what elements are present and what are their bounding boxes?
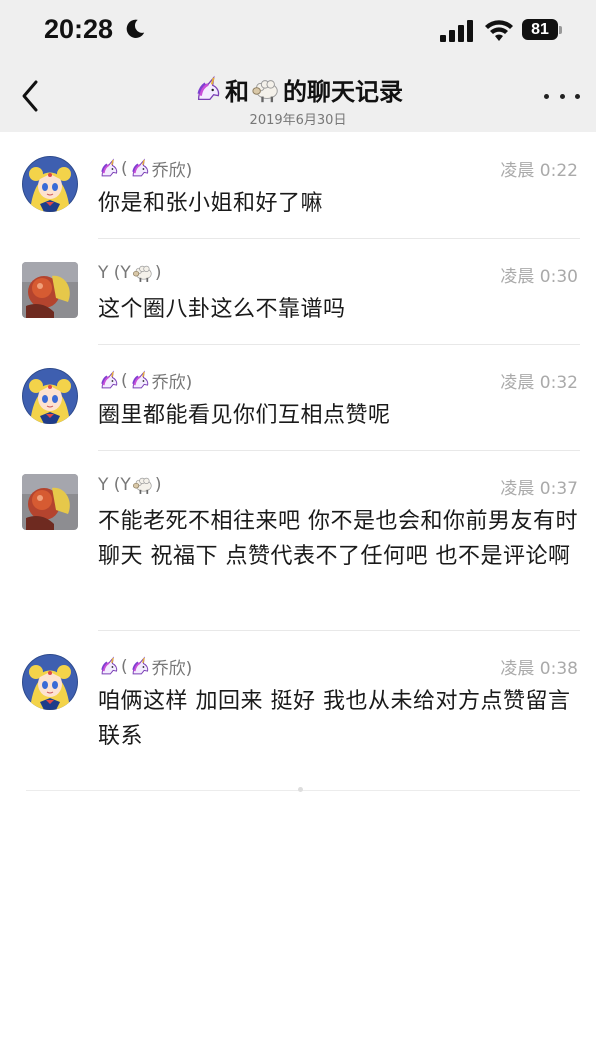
list-end-divider [26, 790, 580, 791]
more-icon[interactable] [544, 84, 580, 108]
unicorn-emoji-icon [98, 656, 120, 678]
message-time: 凌晨 0:37 [500, 479, 578, 499]
nav-bar: 和 的聊天记录 2019年6月30日 [0, 62, 596, 132]
title-part2: 的聊天记录 [283, 78, 403, 106]
message-text: 你是和张小姐和好了嘛 [98, 191, 324, 216]
battery-icon: 81 [522, 19, 558, 40]
status-time: 20:28 [44, 14, 114, 44]
more-dot [575, 93, 580, 99]
sender-name: Y (Y ) [98, 474, 161, 496]
signal-icon [440, 20, 473, 42]
avatar[interactable] [22, 262, 78, 318]
message-time: 凌晨 0:22 [500, 161, 578, 181]
sheep-emoji-icon [251, 75, 281, 105]
sender-prefix: Y (Y [98, 475, 131, 495]
more-dot [559, 93, 565, 99]
unicorn-emoji-icon [129, 370, 151, 392]
message-time: 凌晨 0:32 [500, 373, 578, 393]
sender-label: ) [154, 263, 162, 283]
unicorn-emoji-icon [98, 370, 120, 392]
unicorn-emoji-icon [193, 75, 223, 105]
sheep-emoji-icon [132, 474, 154, 496]
wifi-icon [485, 20, 513, 41]
more-dot [544, 93, 549, 99]
title-part1: 和 [225, 78, 249, 106]
message-text: 不能老死不相往来吧 你不是也会和你前男友有时聊天 祝福下 点赞代表不了任何吧 也… [98, 509, 578, 569]
sender-name: ( 乔欣) [98, 156, 192, 181]
header-area: 20:28 81 和 的聊天记录 2019年6月30日 [0, 0, 596, 132]
battery-nub [559, 26, 562, 34]
sender-label: 乔欣) [151, 161, 193, 181]
sender-prefix: Y (Y [98, 263, 131, 283]
divider [98, 344, 580, 345]
page-subtitle-date: 2019年6月30日 [249, 112, 347, 128]
sheep-emoji-icon [132, 262, 154, 284]
sender-label: 乔欣) [151, 373, 193, 393]
message-time: 凌晨 0:38 [500, 659, 578, 679]
sender-prefix: ( [121, 158, 128, 179]
sender-name: Y (Y ) [98, 262, 161, 284]
divider [98, 238, 580, 239]
sender-name: ( 乔欣) [98, 654, 192, 679]
sender-prefix: ( [121, 656, 128, 677]
avatar[interactable] [22, 368, 78, 424]
sender-prefix: ( [121, 370, 128, 391]
unicorn-emoji-icon [98, 158, 120, 180]
message-text: 咱俩这样 加回来 挺好 我也从未给对方点赞留言联系 [98, 689, 571, 749]
list-end-dot [298, 787, 303, 792]
unicorn-emoji-icon [129, 158, 151, 180]
avatar[interactable] [22, 474, 78, 530]
sender-label: 乔欣) [151, 659, 193, 679]
message-text: 这个圈八卦这么不靠谱吗 [98, 297, 346, 322]
divider [98, 450, 580, 451]
sender-name: ( 乔欣) [98, 368, 192, 393]
nav-title: 和 的聊天记录 2019年6月30日 [0, 72, 596, 128]
divider [98, 630, 580, 631]
avatar[interactable] [22, 654, 78, 710]
page-title: 和 的聊天记录 [193, 72, 403, 107]
status-bar: 20:28 81 [0, 0, 596, 62]
avatar[interactable] [22, 156, 78, 212]
unicorn-emoji-icon [129, 656, 151, 678]
moon-icon [126, 19, 145, 38]
sender-label: ) [154, 475, 162, 495]
message-text: 圈里都能看见你们互相点赞呢 [98, 403, 391, 428]
message-time: 凌晨 0:30 [500, 267, 578, 287]
